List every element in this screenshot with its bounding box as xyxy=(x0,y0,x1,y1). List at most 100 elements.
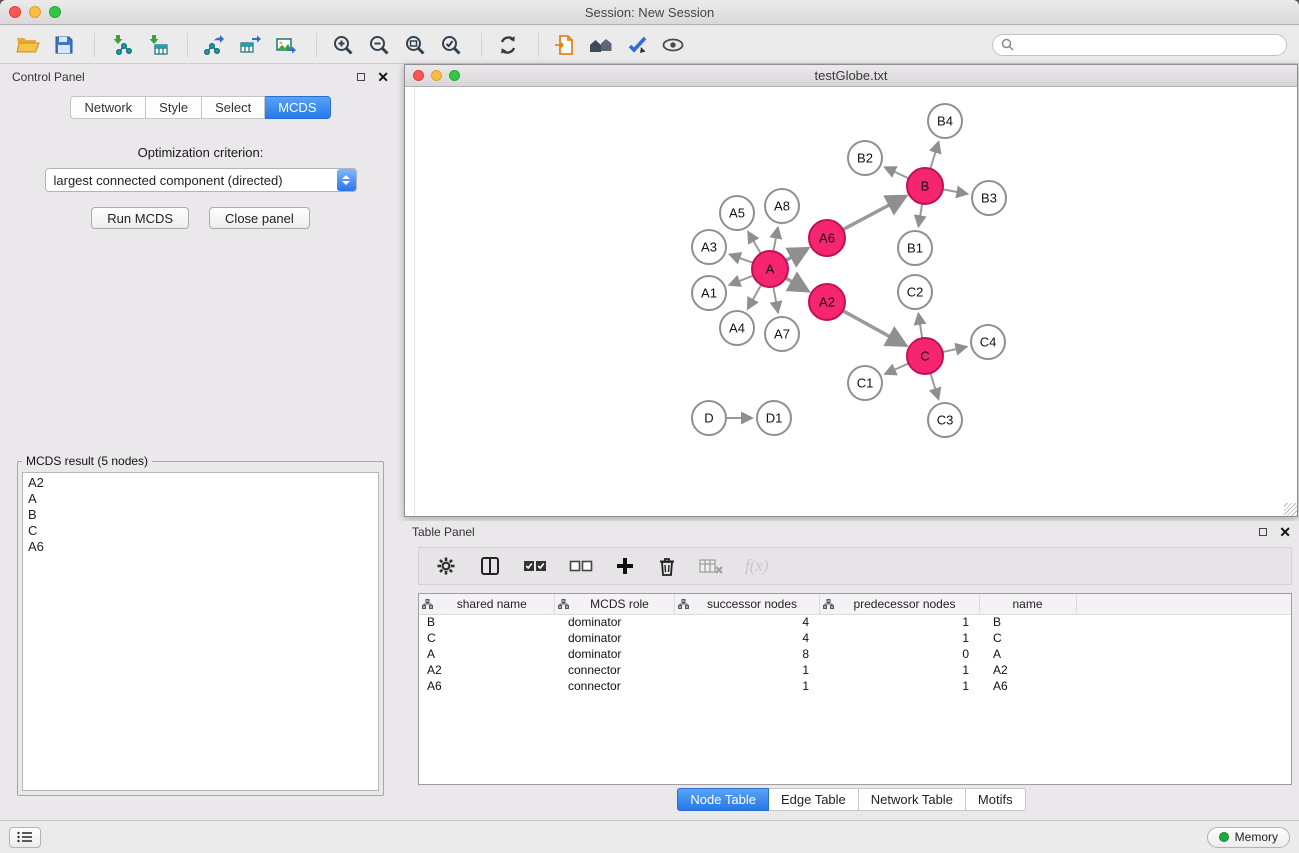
open-session-button[interactable] xyxy=(12,30,44,60)
optimization-criterion-dropdown[interactable]: largest connected component (directed) xyxy=(45,168,357,192)
close-panel-icon[interactable]: ✕ xyxy=(377,70,389,84)
run-mcds-button[interactable]: Run MCDS xyxy=(91,207,189,229)
float-panel-icon[interactable] xyxy=(1259,528,1267,536)
zoom-fit-button[interactable] xyxy=(399,30,431,60)
result-item[interactable]: A6 xyxy=(28,539,373,555)
search-box[interactable] xyxy=(992,34,1287,56)
graph-edge-A-A3[interactable] xyxy=(730,254,754,263)
graph-edge-A6-B[interactable] xyxy=(842,196,906,230)
table-row[interactable]: B dominator 4 1 B xyxy=(419,614,1291,630)
graph-edge-B-B1[interactable] xyxy=(919,203,923,226)
minimize-window-button[interactable] xyxy=(29,6,41,18)
column-header-mcds-role[interactable]: MCDS role xyxy=(554,594,674,614)
network-minimize-button[interactable] xyxy=(431,70,442,81)
main-toolbar xyxy=(0,26,1299,64)
graph-edge-A-A8[interactable] xyxy=(773,228,778,253)
search-input[interactable] xyxy=(1014,37,1278,53)
zoom-in-button[interactable] xyxy=(327,30,359,60)
task-history-button[interactable] xyxy=(9,827,41,848)
graph-edge-A-A2[interactable] xyxy=(785,278,808,291)
show-hide-button[interactable] xyxy=(657,30,689,60)
close-window-button[interactable] xyxy=(9,6,21,18)
zoom-out-button[interactable] xyxy=(363,30,395,60)
refresh-button[interactable] xyxy=(492,30,524,60)
network-zoom-button[interactable] xyxy=(449,70,460,81)
resize-grip[interactable] xyxy=(1284,503,1297,516)
network-graph[interactable]: B4B2BB3B1C2A5A8A6A3AA1A2A4A7C4CC1C3DD1 xyxy=(405,87,1297,516)
node-table[interactable]: shared name MCDS role successor nodes pr… xyxy=(418,593,1292,785)
zoom-window-button[interactable] xyxy=(49,6,61,18)
result-item[interactable]: C xyxy=(28,523,373,539)
column-header-successor-nodes[interactable]: successor nodes xyxy=(674,594,819,614)
graph-node-label: A2 xyxy=(819,295,835,310)
table-toolbar: f(x) xyxy=(418,547,1292,585)
export-table-button[interactable] xyxy=(234,30,266,60)
control-panel: Control Panel ✕ Network Style Select MCD… xyxy=(4,66,397,818)
table-row[interactable]: C dominator 4 1 C xyxy=(419,630,1291,646)
export-image-button[interactable] xyxy=(270,30,302,60)
network-close-button[interactable] xyxy=(413,70,424,81)
mcds-result-title: MCDS result (5 nodes) xyxy=(22,454,152,468)
import-table-button[interactable] xyxy=(141,30,173,60)
memory-button[interactable]: Memory xyxy=(1207,827,1290,848)
graph-edge-C-C3[interactable] xyxy=(930,372,938,399)
tab-network-table[interactable]: Network Table xyxy=(859,788,966,811)
network-window-titlebar[interactable]: testGlobe.txt xyxy=(405,65,1297,87)
column-header-name[interactable]: name xyxy=(979,594,1076,614)
export-network-button[interactable] xyxy=(198,30,230,60)
network-canvas[interactable]: B4B2BB3B1C2A5A8A6A3AA1A2A4A7C4CC1C3DD1 xyxy=(405,87,1297,516)
show-columns-button[interactable] xyxy=(479,555,501,577)
tab-edge-table[interactable]: Edge Table xyxy=(769,788,859,811)
table-row[interactable]: A2 connector 1 1 A2 xyxy=(419,662,1291,678)
result-item[interactable]: A2 xyxy=(28,475,373,491)
graph-edge-A-A1[interactable] xyxy=(729,275,754,285)
column-header-shared-name[interactable]: shared name xyxy=(419,594,554,614)
column-header-predecessor-nodes[interactable]: predecessor nodes xyxy=(819,594,979,614)
save-session-button[interactable] xyxy=(48,30,80,60)
select-all-rows-button[interactable] xyxy=(523,558,547,574)
delete-column-button[interactable] xyxy=(657,555,677,577)
graph-edge-C-C1[interactable] xyxy=(885,363,909,374)
zoom-selected-button[interactable] xyxy=(435,30,467,60)
table-panel-title: Table Panel xyxy=(412,525,1259,539)
graph-edge-A2-C[interactable] xyxy=(842,310,906,345)
result-item[interactable]: B xyxy=(28,507,373,523)
import-network-button[interactable] xyxy=(105,30,137,60)
network-window-title: testGlobe.txt xyxy=(405,65,1297,87)
tab-select[interactable]: Select xyxy=(202,96,265,119)
add-column-button[interactable] xyxy=(615,556,635,576)
table-panel-header: Table Panel ✕ xyxy=(404,521,1299,543)
graph-edge-B-B3[interactable] xyxy=(942,189,968,194)
open-document-button[interactable] xyxy=(549,30,581,60)
deselect-all-rows-button[interactable] xyxy=(569,558,593,574)
graph-edge-A-A5[interactable] xyxy=(748,232,761,254)
graph-edge-A-A7[interactable] xyxy=(773,286,778,313)
graph-edge-B-B4[interactable] xyxy=(930,142,939,170)
mcds-result-list[interactable]: A2 A B C A6 xyxy=(22,472,379,791)
close-panel-icon[interactable]: ✕ xyxy=(1279,525,1291,539)
graph-edge-A-A4[interactable] xyxy=(748,284,762,309)
window-titlebar[interactable]: Session: New Session xyxy=(0,0,1299,25)
function-builder-button[interactable]: f(x) xyxy=(745,556,769,576)
delete-table-button[interactable] xyxy=(699,557,723,575)
tab-node-table[interactable]: Node Table xyxy=(677,788,769,811)
tab-motifs[interactable]: Motifs xyxy=(966,788,1026,811)
home-overview-button[interactable] xyxy=(585,30,617,60)
graph-node-label: C3 xyxy=(937,413,954,428)
table-settings-button[interactable] xyxy=(435,555,457,577)
mcds-result-group: MCDS result (5 nodes) A2 A B C A6 xyxy=(17,454,384,796)
close-panel-button[interactable]: Close panel xyxy=(209,207,310,229)
tab-network[interactable]: Network xyxy=(70,96,146,119)
table-row[interactable]: A dominator 8 0 A xyxy=(419,646,1291,662)
graph-edge-C-C4[interactable] xyxy=(942,347,967,353)
graph-edge-B-B2[interactable] xyxy=(885,167,910,179)
tab-style[interactable]: Style xyxy=(146,96,202,119)
table-row[interactable]: A6 connector 1 1 A6 xyxy=(419,678,1291,694)
graph-edge-A-A6[interactable] xyxy=(785,249,808,261)
graph-node-label: D xyxy=(704,411,713,426)
tab-mcds[interactable]: MCDS xyxy=(265,96,330,119)
graph-edge-C-C2[interactable] xyxy=(918,314,922,339)
apply-style-button[interactable] xyxy=(621,30,653,60)
result-item[interactable]: A xyxy=(28,491,373,507)
float-panel-icon[interactable] xyxy=(357,73,365,81)
